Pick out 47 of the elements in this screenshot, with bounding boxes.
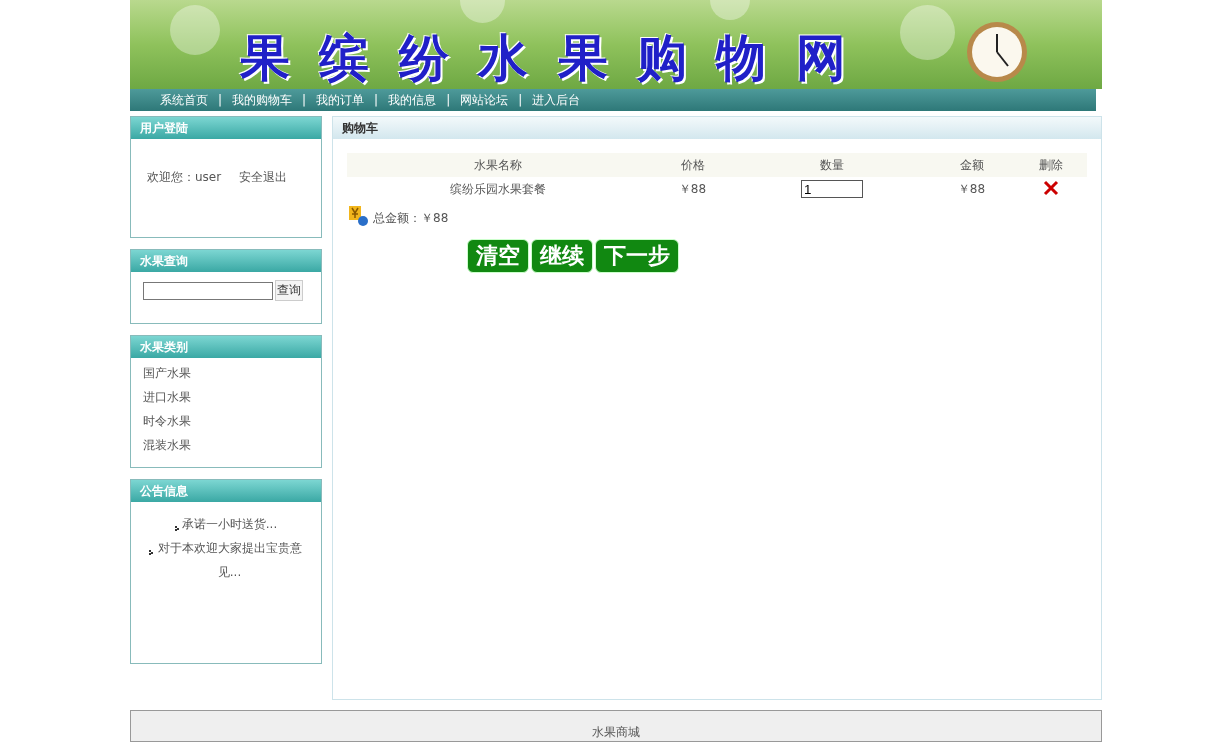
column-header: 水果名称 (347, 153, 649, 177)
category-link[interactable]: 混装水果 (143, 436, 309, 454)
bokeh-circle (170, 5, 220, 55)
notice-link[interactable]: 对于本欢迎大家提出宝贵意见... (155, 536, 304, 584)
panel-title: 公告信息 (131, 480, 321, 502)
column-header: 数量 (736, 153, 928, 177)
total-amount: 总金额：￥88 (373, 210, 449, 227)
bullet-icon (174, 526, 179, 531)
nav-link[interactable]: 我的购物车 (232, 91, 293, 109)
cart-button[interactable]: 清空 (467, 239, 529, 273)
panel-title: 购物车 (333, 117, 1101, 139)
bullet-icon (148, 550, 153, 555)
money-icon (347, 205, 369, 227)
category-link[interactable]: 进口水果 (143, 388, 309, 406)
table-cell: 缤纷乐园水果套餐 (347, 177, 649, 201)
quantity-field[interactable]: 1 (801, 180, 863, 198)
delete-icon[interactable] (1043, 179, 1059, 196)
logout-link[interactable]: 安全退出 (239, 169, 288, 186)
category-link[interactable]: 国产水果 (143, 364, 309, 382)
nav-separator: | (218, 93, 223, 107)
column-header: 金额 (928, 153, 1015, 177)
welcome-text: 欢迎您：user (147, 169, 222, 186)
panel-title: 水果查询 (131, 250, 321, 272)
bokeh-circle (900, 5, 955, 60)
cart-button[interactable]: 下一步 (595, 239, 679, 273)
footer-text: 水果商城 (592, 724, 640, 741)
nav-link[interactable]: 我的订单 (316, 91, 365, 109)
nav-link[interactable]: 网站论坛 (460, 91, 509, 109)
category-link[interactable]: 时令水果 (143, 412, 309, 430)
nav-separator: | (518, 93, 523, 107)
nav-separator: | (302, 93, 307, 107)
site-title: 果 缤 纷 水 果 购 物 网 (240, 28, 852, 88)
table-cell: ￥88 (649, 177, 736, 201)
panel-title: 水果类别 (131, 336, 321, 358)
panel-title: 用户登陆 (131, 117, 321, 139)
nav-separator: | (446, 93, 451, 107)
nav-link[interactable]: 进入后台 (532, 91, 581, 109)
cart-button[interactable]: 继续 (531, 239, 593, 273)
search-button[interactable]: 查询 (275, 280, 303, 301)
search-field[interactable] (143, 281, 273, 300)
table-cell: ￥88 (928, 177, 1015, 201)
nav-link[interactable]: 我的信息 (388, 91, 437, 109)
notice-link[interactable]: 承诺一小时送货... (181, 512, 278, 536)
nav-link[interactable]: 系统首页 (160, 91, 208, 109)
nav-separator: | (374, 93, 379, 107)
column-header: 价格 (649, 153, 736, 177)
column-header: 删除 (1015, 153, 1087, 177)
